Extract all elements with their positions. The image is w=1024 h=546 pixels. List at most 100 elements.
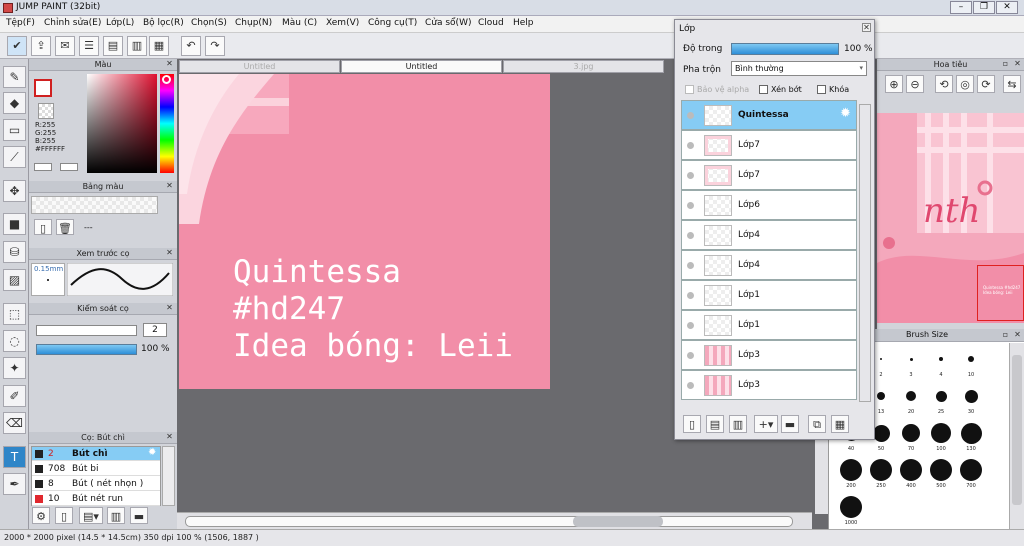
layer-row[interactable]: Lớp3 (681, 340, 857, 370)
share-icon[interactable]: ⇪ (31, 36, 51, 56)
brush-size-dot[interactable] (880, 358, 882, 360)
comment-icon[interactable]: ✉ (55, 36, 75, 56)
brush-size-dot[interactable] (935, 390, 947, 402)
new-brush-icon[interactable]: ▯ (55, 507, 73, 524)
trash-icon[interactable]: 🗑 (56, 219, 74, 235)
brush-size-slider[interactable] (36, 325, 137, 336)
layer-opacity-slider[interactable] (731, 43, 839, 55)
layer-row[interactable]: Lớp4 (681, 250, 857, 280)
layer-row[interactable]: Lớp3 (681, 370, 857, 400)
add-layer-menu-icon[interactable]: +▾ (754, 415, 778, 433)
fill-shape-tool-icon[interactable]: ■ (3, 213, 26, 235)
drawing-canvas[interactable]: Quintessa #hd247 Idea bóng: Leii (179, 74, 550, 389)
horizontal-scrollbar[interactable] (177, 512, 812, 529)
hue-slider[interactable] (160, 74, 174, 173)
menu-filter[interactable]: Bộ lọc(R) (143, 18, 184, 28)
layer-row[interactable]: Lớp7 (681, 160, 857, 190)
reset-rotation-icon[interactable]: ◎ (956, 75, 974, 93)
brush-size-field[interactable]: 2 (143, 323, 167, 337)
layer-visibility-icon[interactable] (687, 142, 694, 149)
float-icon[interactable]: ▫ (1001, 60, 1010, 69)
scroll-thumb[interactable] (1012, 355, 1022, 505)
brush-size-dot[interactable] (931, 423, 951, 443)
doc-tab-active[interactable]: Untitled (341, 60, 502, 73)
check-icon[interactable]: ✔ (7, 36, 27, 56)
layer-visibility-icon[interactable] (687, 112, 694, 119)
new-palette-icon[interactable]: ▯ (34, 219, 52, 235)
brush-list-item[interactable]: 708 Bút bi (32, 462, 160, 476)
page-icon[interactable]: ▤ (103, 36, 123, 56)
layer-visibility-icon[interactable] (687, 352, 694, 359)
saturation-value-picker[interactable] (87, 74, 157, 173)
lock-checkbox[interactable] (817, 85, 826, 94)
rect-select-tool-icon[interactable]: ⬚ (3, 303, 26, 325)
layer-visibility-icon[interactable] (687, 202, 694, 209)
brush-menu-icon[interactable]: ▤▾ (79, 507, 103, 524)
background-color-swatch[interactable] (38, 103, 54, 119)
layer-list-scrollbar[interactable] (859, 104, 871, 402)
layer-row[interactable]: Lớp6 (681, 190, 857, 220)
brush-size-dot[interactable] (960, 422, 982, 444)
brush-size-dot[interactable] (964, 389, 978, 403)
foreground-color-swatch[interactable] (34, 79, 52, 97)
layer-visibility-icon[interactable] (687, 262, 694, 269)
brush-list-item[interactable]: 8 Bút ( nét nhọn ) (32, 477, 160, 491)
menu-layer[interactable]: Lớp(L) (106, 18, 134, 28)
layer-visibility-icon[interactable] (687, 292, 694, 299)
brush-size-dot[interactable] (960, 459, 982, 481)
line-tool-icon[interactable]: ⟋ (3, 146, 26, 168)
clip-checkbox[interactable] (759, 85, 768, 94)
menu-edit[interactable]: Chỉnh sửa(E) (44, 18, 101, 28)
close-icon[interactable]: ✕ (1013, 60, 1022, 69)
close-icon[interactable]: ✕ (165, 182, 174, 191)
brush-size-dot[interactable] (877, 392, 885, 400)
menu-capture[interactable]: Chụp(N) (235, 18, 272, 28)
select-pen-tool-icon[interactable]: ✐ (3, 385, 26, 407)
brush-size-scrollbar[interactable] (1009, 343, 1024, 529)
protect-alpha-checkbox[interactable] (685, 85, 694, 94)
brush-size-dot[interactable] (840, 459, 862, 481)
doc-tab[interactable]: 3.jpg (503, 60, 664, 73)
rotate-right-icon[interactable]: ⟳ (977, 75, 995, 93)
merge-layer-icon[interactable]: ⧉ (808, 415, 826, 433)
redo-icon[interactable]: ↷ (205, 36, 225, 56)
document-icon[interactable]: ▥ (127, 36, 147, 56)
close-icon[interactable]: ✕ (165, 249, 174, 258)
close-window-button[interactable]: ✕ (996, 1, 1018, 14)
select-eraser-tool-icon[interactable]: ⌫ (3, 412, 26, 434)
brush-size-dot[interactable] (870, 459, 892, 481)
menu-select[interactable]: Chọn(S) (191, 18, 227, 28)
gradient-tool-icon[interactable]: ▨ (3, 269, 26, 291)
menu-tools[interactable]: Công cụ(T) (368, 18, 417, 28)
menu-color[interactable]: Màu (C) (282, 18, 317, 28)
gear-icon[interactable]: ✹ (148, 447, 156, 458)
menu-window[interactable]: Cửa sổ(W) (425, 18, 471, 28)
magic-wand-tool-icon[interactable]: ✦ (3, 357, 26, 379)
scroll-track[interactable] (185, 516, 793, 527)
layer-row[interactable]: Lớp4 (681, 220, 857, 250)
close-icon[interactable]: ✕ (165, 304, 174, 313)
brush-copy-icon[interactable]: ▥ (107, 507, 125, 524)
chat-icon[interactable]: ☰ (79, 36, 99, 56)
close-icon[interactable]: ✕ (1013, 331, 1022, 340)
hue-handle[interactable] (162, 75, 171, 84)
minimize-button[interactable]: – (950, 1, 972, 14)
layer-visibility-icon[interactable] (687, 232, 694, 239)
eraser-tool-icon[interactable]: ◆ (3, 92, 26, 114)
opacity-slider[interactable] (36, 344, 137, 355)
scroll-thumb[interactable] (573, 516, 663, 527)
color-option-button[interactable] (60, 163, 78, 171)
menu-help[interactable]: Help (513, 18, 534, 28)
flip-icon[interactable]: ⇆ (1003, 75, 1021, 93)
layer-settings-icon[interactable]: ▦ (831, 415, 849, 433)
brush-size-dot[interactable] (906, 391, 916, 401)
layer-visibility-icon[interactable] (687, 172, 694, 179)
grid-icon[interactable]: ▦ (149, 36, 169, 56)
close-icon[interactable]: ✕ (165, 433, 174, 442)
folder-icon[interactable]: ▬ (130, 507, 148, 524)
rotate-left-icon[interactable]: ⟲ (935, 75, 953, 93)
brush-tool-icon[interactable]: ✎ (3, 66, 26, 88)
brush-size-dot[interactable] (902, 424, 920, 442)
layer-copy-icon[interactable]: ▤ (706, 415, 724, 433)
brush-size-dot[interactable] (909, 357, 913, 361)
